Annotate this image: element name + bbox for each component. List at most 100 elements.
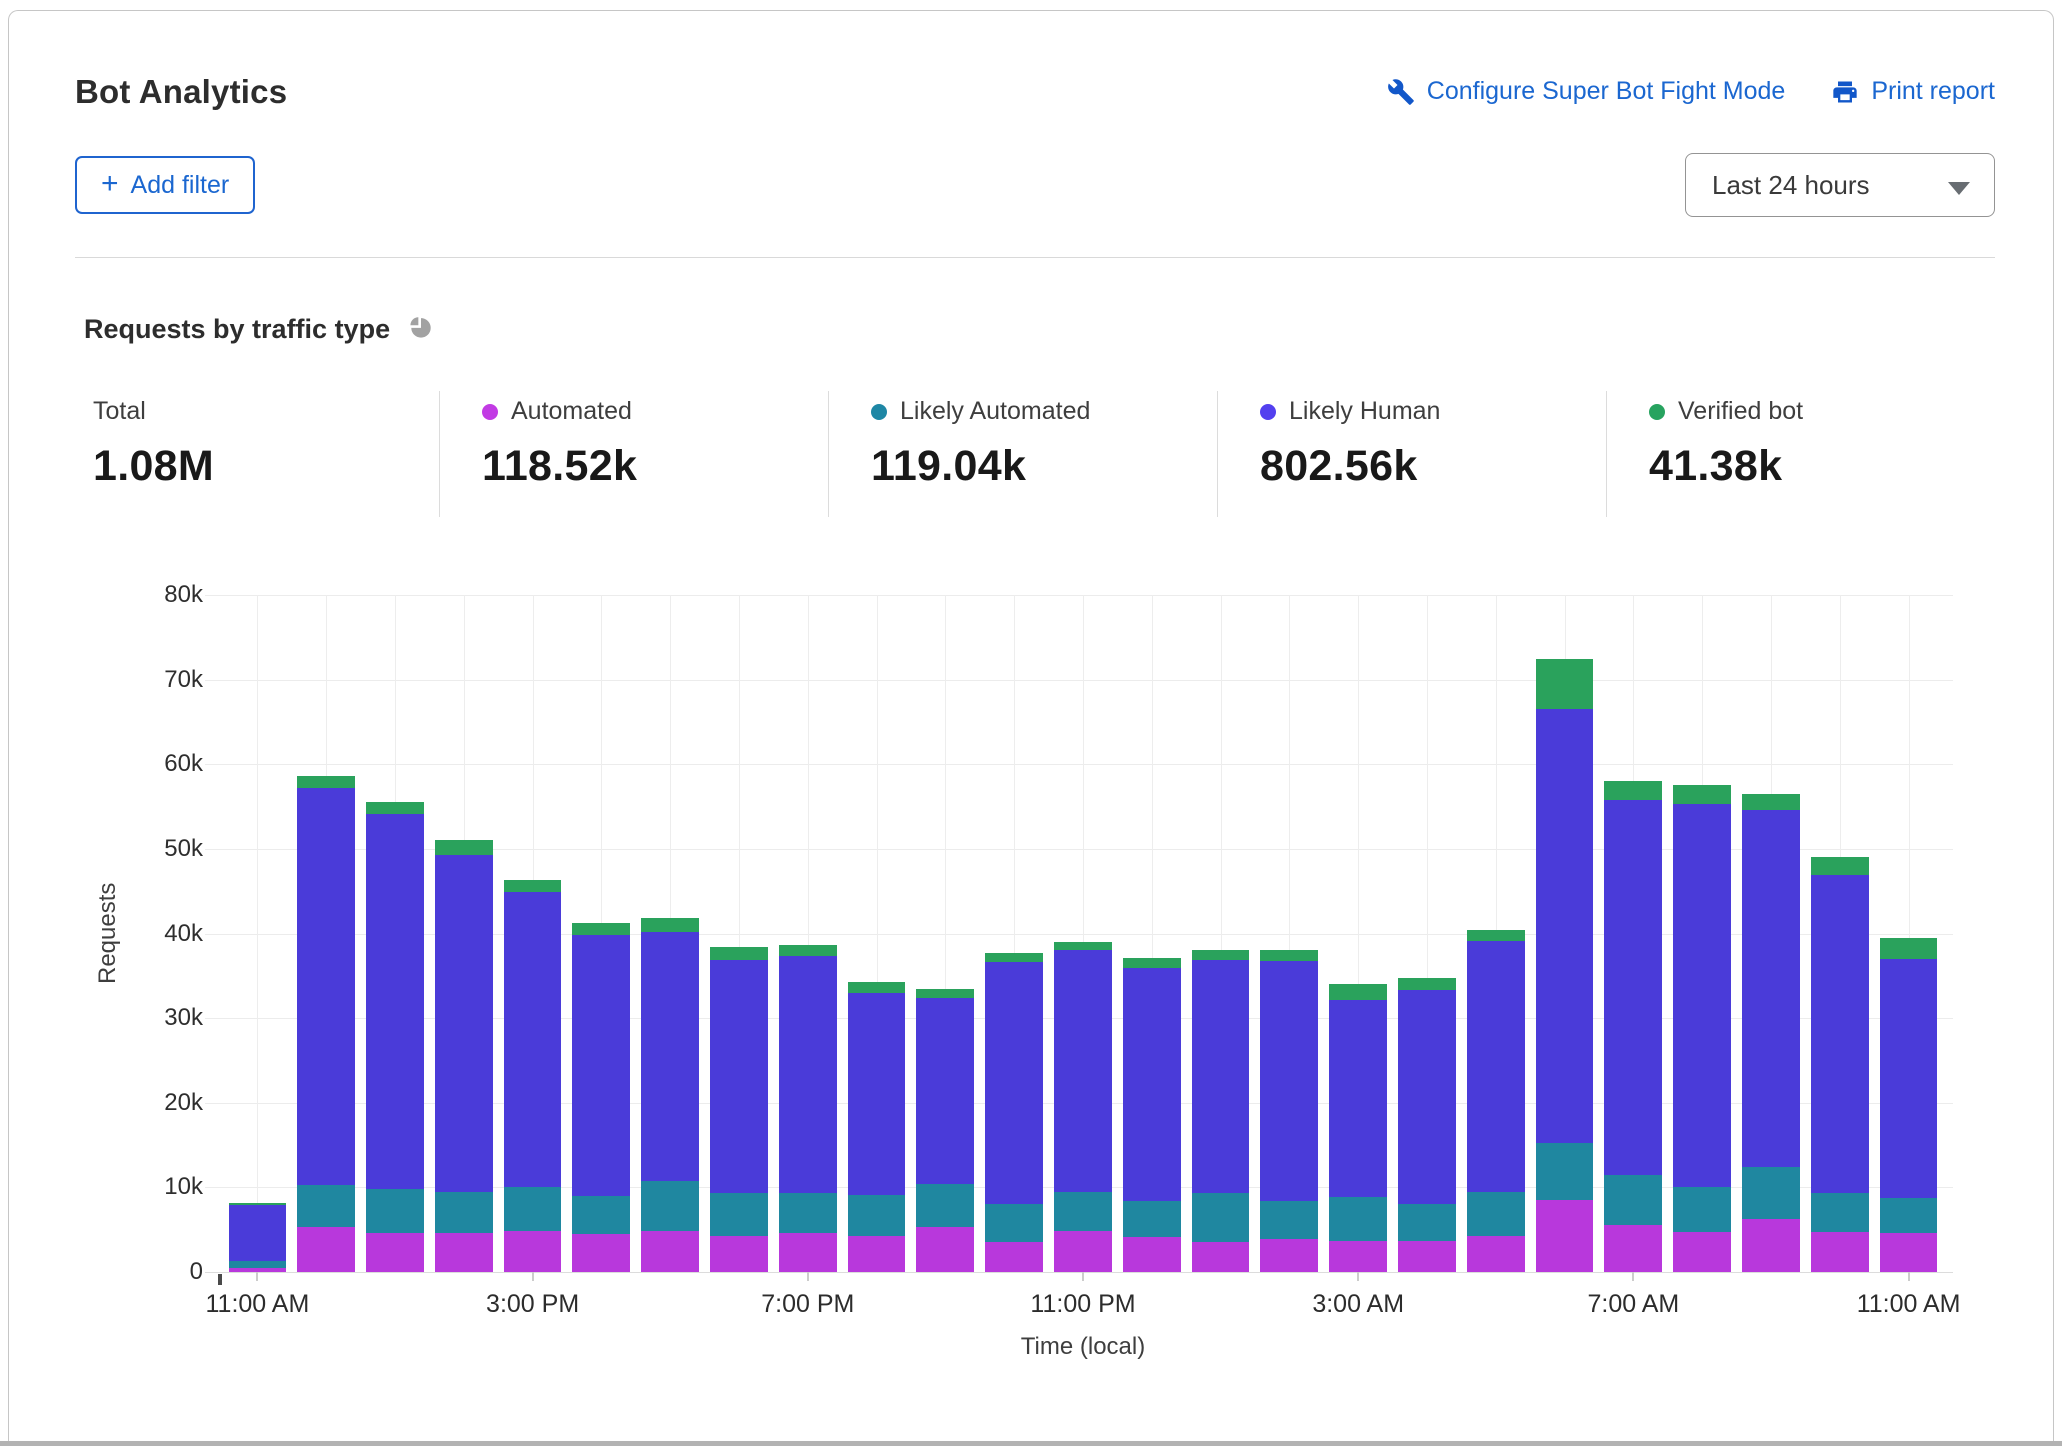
stacked-bar[interactable] <box>1673 785 1731 1272</box>
bar-segment-likely-automated[interactable] <box>1673 1187 1731 1232</box>
bar-segment-automated[interactable] <box>916 1227 974 1272</box>
bar-segment-likely-automated[interactable] <box>366 1189 424 1233</box>
bar-segment-automated[interactable] <box>1192 1242 1250 1272</box>
bar-segment-verified-bot[interactable] <box>1604 781 1662 800</box>
stacked-bar[interactable] <box>1604 781 1662 1272</box>
bar-segment-automated[interactable] <box>1536 1200 1594 1272</box>
bar-segment-automated[interactable] <box>297 1227 355 1272</box>
stacked-bar[interactable] <box>297 776 355 1272</box>
stacked-bar[interactable] <box>779 945 837 1272</box>
bar-segment-automated[interactable] <box>1604 1225 1662 1272</box>
bar-segment-likely-human[interactable] <box>985 962 1043 1204</box>
bar-segment-likely-automated[interactable] <box>641 1181 699 1231</box>
bar-segment-likely-human[interactable] <box>572 935 630 1196</box>
bar-segment-likely-automated[interactable] <box>229 1261 287 1268</box>
stacked-bar[interactable] <box>916 989 974 1272</box>
bar-segment-likely-human[interactable] <box>1742 810 1800 1167</box>
stacked-bar[interactable] <box>1054 942 1112 1272</box>
bar-segment-likely-automated[interactable] <box>1260 1201 1318 1239</box>
bar-segment-automated[interactable] <box>710 1236 768 1272</box>
bar-segment-automated[interactable] <box>779 1233 837 1272</box>
bar-segment-likely-human[interactable] <box>1467 941 1525 1192</box>
bar-segment-likely-automated[interactable] <box>1604 1175 1662 1225</box>
stacked-bar[interactable] <box>1742 794 1800 1272</box>
bar-segment-likely-human[interactable] <box>1398 990 1456 1204</box>
bar-segment-likely-automated[interactable] <box>572 1196 630 1234</box>
bar-segment-automated[interactable] <box>985 1242 1043 1272</box>
stacked-bar[interactable] <box>229 1203 287 1272</box>
stat-verified-bot[interactable]: Verified bot 41.38k <box>1606 391 1995 517</box>
bar-segment-likely-human[interactable] <box>1604 800 1662 1175</box>
bar-segment-automated[interactable] <box>504 1231 562 1272</box>
bar-segment-likely-human[interactable] <box>710 960 768 1194</box>
stacked-bar[interactable] <box>1260 950 1318 1272</box>
bar-segment-verified-bot[interactable] <box>1536 659 1594 709</box>
bar-segment-likely-automated[interactable] <box>916 1184 974 1227</box>
stacked-bar[interactable] <box>504 880 562 1272</box>
bar-segment-verified-bot[interactable] <box>1260 950 1318 960</box>
bar-segment-verified-bot[interactable] <box>366 802 424 815</box>
stacked-bar[interactable] <box>1811 857 1869 1272</box>
stacked-bar[interactable] <box>710 947 768 1272</box>
stacked-bar[interactable] <box>435 840 493 1272</box>
bar-segment-likely-human[interactable] <box>297 788 355 1185</box>
bar-segment-verified-bot[interactable] <box>1742 794 1800 810</box>
bar-segment-automated[interactable] <box>1123 1237 1181 1272</box>
bar-segment-verified-bot[interactable] <box>710 947 768 960</box>
bar-segment-automated[interactable] <box>1811 1232 1869 1272</box>
bar-segment-likely-automated[interactable] <box>1811 1193 1869 1232</box>
bar-segment-verified-bot[interactable] <box>1880 938 1938 959</box>
bar-segment-automated[interactable] <box>572 1234 630 1272</box>
bar-segment-automated[interactable] <box>1054 1231 1112 1272</box>
bar-segment-verified-bot[interactable] <box>1467 930 1525 941</box>
bar-segment-verified-bot[interactable] <box>848 982 906 993</box>
bar-segment-likely-human[interactable] <box>366 814 424 1189</box>
bar-segment-verified-bot[interactable] <box>504 880 562 892</box>
bar-segment-automated[interactable] <box>1880 1233 1938 1272</box>
bar-segment-automated[interactable] <box>1673 1232 1731 1272</box>
stat-automated[interactable]: Automated 118.52k <box>439 391 828 517</box>
bar-segment-likely-human[interactable] <box>848 993 906 1195</box>
bar-segment-verified-bot[interactable] <box>1054 942 1112 950</box>
bar-segment-automated[interactable] <box>435 1233 493 1272</box>
bar-segment-automated[interactable] <box>366 1233 424 1272</box>
bar-segment-likely-human[interactable] <box>1536 709 1594 1142</box>
bar-segment-verified-bot[interactable] <box>985 953 1043 962</box>
bar-segment-likely-human[interactable] <box>1192 960 1250 1194</box>
bar-segment-likely-human[interactable] <box>1811 875 1869 1193</box>
bar-segment-verified-bot[interactable] <box>1811 857 1869 875</box>
stat-likely-automated[interactable]: Likely Automated 119.04k <box>828 391 1217 517</box>
bar-segment-verified-bot[interactable] <box>641 918 699 932</box>
bar-segment-likely-automated[interactable] <box>779 1193 837 1233</box>
bar-segment-likely-human[interactable] <box>1123 968 1181 1201</box>
bar-segment-verified-bot[interactable] <box>1329 984 1387 999</box>
bar-segment-likely-human[interactable] <box>504 892 562 1187</box>
bar-segment-likely-automated[interactable] <box>985 1204 1043 1241</box>
bar-segment-likely-human[interactable] <box>1880 959 1938 1198</box>
stacked-bar[interactable] <box>1123 958 1181 1272</box>
bar-segment-likely-automated[interactable] <box>1880 1198 1938 1234</box>
stacked-bar[interactable] <box>1398 978 1456 1272</box>
bar-segment-likely-automated[interactable] <box>504 1187 562 1230</box>
bar-segment-likely-human[interactable] <box>1329 1000 1387 1197</box>
bar-segment-likely-automated[interactable] <box>435 1192 493 1233</box>
stacked-bar[interactable] <box>1880 938 1938 1272</box>
time-range-dropdown[interactable]: Last 24 hours <box>1685 153 1995 217</box>
stacked-bar[interactable] <box>641 918 699 1272</box>
bar-segment-automated[interactable] <box>1467 1236 1525 1272</box>
bar-segment-automated[interactable] <box>1329 1241 1387 1272</box>
stacked-bar[interactable] <box>1329 984 1387 1272</box>
add-filter-button[interactable]: + Add filter <box>75 156 255 214</box>
bar-segment-likely-human[interactable] <box>916 998 974 1184</box>
bar-segment-likely-human[interactable] <box>1260 961 1318 1201</box>
bar-segment-verified-bot[interactable] <box>1192 950 1250 959</box>
bar-segment-likely-automated[interactable] <box>1329 1197 1387 1241</box>
bar-segment-likely-human[interactable] <box>1673 804 1731 1187</box>
bar-segment-likely-human[interactable] <box>641 932 699 1181</box>
bar-segment-verified-bot[interactable] <box>297 776 355 788</box>
bar-segment-verified-bot[interactable] <box>1123 958 1181 968</box>
stacked-bar[interactable] <box>848 982 906 1272</box>
stacked-bar[interactable] <box>366 802 424 1272</box>
print-report-link[interactable]: Print report <box>1831 77 1995 106</box>
bar-segment-verified-bot[interactable] <box>1398 978 1456 990</box>
